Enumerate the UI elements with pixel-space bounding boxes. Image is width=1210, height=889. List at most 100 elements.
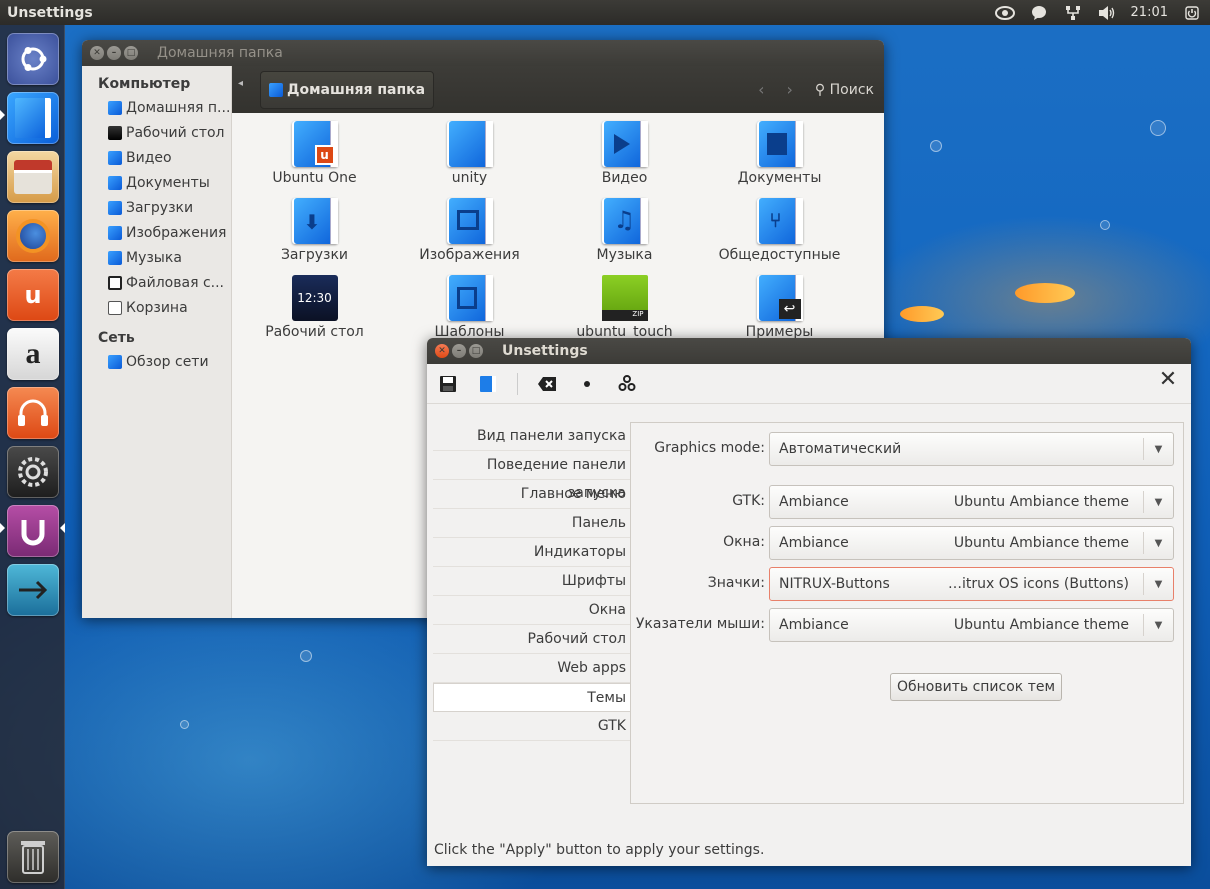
ubuntu-one-icon[interactable]: u: [7, 269, 59, 321]
sidebar-item-launcher-behavior[interactable]: Поведение панели запуска: [433, 451, 630, 501]
forward-icon[interactable]: ›: [787, 80, 793, 99]
sidebar-item-desktop[interactable]: Рабочий стол: [433, 625, 630, 654]
minimize-button[interactable]: –: [452, 344, 466, 358]
sidebar-item-themes[interactable]: Темы: [433, 683, 630, 712]
files-launcher-icon[interactable]: [7, 92, 59, 144]
unsettings-launcher-icon[interactable]: [7, 505, 59, 557]
window-theme-select[interactable]: Ambiance Ubuntu Ambiance theme ▼: [769, 526, 1174, 560]
navigation-controls: ‹ › ⚲ Поиск: [758, 66, 874, 113]
sidebar-item-web-apps[interactable]: Web apps: [433, 654, 630, 683]
close-button[interactable]: ✕: [90, 46, 104, 60]
sidebar-item-home[interactable]: Домашняя п...: [82, 95, 231, 120]
clock[interactable]: 21:01: [1131, 5, 1168, 20]
icon-theme-select[interactable]: NITRUX-Buttons …itrux OS icons (Buttons)…: [769, 567, 1174, 601]
places-sidebar: Компьютер Домашняя п... Рабочий стол Вид…: [82, 66, 232, 618]
sidebar-item-panel[interactable]: Панель: [433, 509, 630, 538]
file-item[interactable]: u Ubuntu One: [237, 121, 392, 186]
volume-icon[interactable]: [1097, 3, 1117, 23]
file-item[interactable]: ZIP ubuntu_touch: [547, 275, 702, 340]
chevron-down-icon: ▼: [1143, 438, 1173, 460]
trash-icon: [108, 300, 122, 315]
unsettings-window: ✕ – □ Unsettings ✕ Вид панели запуска По…: [427, 338, 1191, 866]
gtk-theme-row: GTK: Ambiance Ubuntu Ambiance theme ▼: [631, 485, 1185, 519]
file-item[interactable]: Шаблоны: [392, 275, 547, 340]
file-item[interactable]: ⬇ Загрузки: [237, 198, 392, 263]
sidebar-item-fonts[interactable]: Шрифты: [433, 567, 630, 596]
file-item[interactable]: Документы: [702, 121, 857, 186]
sidebar-item-documents[interactable]: Документы: [82, 170, 231, 195]
close-button[interactable]: ✕: [435, 344, 449, 358]
ubuntu-one-music-icon[interactable]: [7, 387, 59, 439]
downloads-folder-icon: [108, 200, 122, 215]
sidebar-item-filesystem[interactable]: Файловая с...: [82, 270, 231, 295]
file-item[interactable]: ↩ Примеры: [702, 275, 857, 340]
graphics-mode-select[interactable]: Автоматический ▼: [769, 432, 1174, 466]
zip-archive-icon: ZIP: [601, 275, 648, 321]
messages-icon[interactable]: [1029, 3, 1049, 23]
sidebar-item-desktop[interactable]: Рабочий стол: [82, 120, 231, 145]
sidebar-item-windows[interactable]: Окна: [433, 596, 630, 625]
amazon-icon[interactable]: a: [7, 328, 59, 380]
sidebar-item-launcher-appearance[interactable]: Вид панели запуска: [433, 422, 630, 451]
sidebar-item-trash[interactable]: Корзина: [82, 295, 231, 320]
file-item[interactable]: ⑂ Общедоступные: [702, 198, 857, 263]
power-icon[interactable]: [1182, 3, 1202, 23]
maximize-button[interactable]: □: [124, 46, 138, 60]
sidebar-item-indicators[interactable]: Индикаторы: [433, 538, 630, 567]
desktop-icon: [108, 125, 122, 140]
clear-icon[interactable]: [536, 373, 558, 395]
unsettings-titlebar[interactable]: ✕ – □ Unsettings: [427, 338, 1191, 364]
path-home-button[interactable]: Домашняя папка: [260, 70, 435, 109]
back-icon[interactable]: ‹: [758, 80, 764, 99]
file-item[interactable]: Видео: [547, 121, 702, 186]
network-icon[interactable]: [1063, 3, 1083, 23]
sidebar-item-videos[interactable]: Видео: [82, 145, 231, 170]
save-icon[interactable]: [437, 373, 459, 395]
search-button[interactable]: ⚲ Поиск: [815, 82, 874, 98]
path-back-icon[interactable]: ◂: [238, 78, 243, 89]
downloads-folder-icon: ⬇: [291, 198, 338, 244]
workspace-switcher-icon[interactable]: [7, 564, 59, 616]
dash-button[interactable]: [7, 33, 59, 85]
refresh-themes-button[interactable]: Обновить список тем: [890, 673, 1063, 701]
sidebar-item-gtk[interactable]: GTK: [433, 712, 630, 741]
minimize-button[interactable]: –: [107, 46, 121, 60]
video-folder-icon: [601, 121, 648, 167]
sidebar-item-browse-network[interactable]: Обзор сети: [82, 349, 231, 374]
file-manager-titlebar[interactable]: ✕ – □ Домашняя папка: [82, 40, 884, 66]
software-center-icon[interactable]: [7, 151, 59, 203]
settings-icon[interactable]: [616, 373, 638, 395]
folder-icon: [446, 121, 493, 167]
pictures-folder-icon: [446, 198, 493, 244]
sidebar-item-music[interactable]: Музыка: [82, 245, 231, 270]
cursor-theme-row: Указатели мыши: Ambiance Ubuntu Ambiance…: [631, 608, 1185, 642]
file-item[interactable]: unity: [392, 121, 547, 186]
status-text: Click the "Apply" button to apply your s…: [434, 842, 765, 858]
network-header: Сеть: [98, 330, 135, 346]
icon-theme-label: Значки:: [707, 575, 765, 591]
orange-fish: [1015, 283, 1075, 303]
dot-icon[interactable]: [576, 373, 598, 395]
cursor-theme-select[interactable]: Ambiance Ubuntu Ambiance theme ▼: [769, 608, 1174, 642]
orange-fish: [900, 306, 944, 322]
sidebar-item-dash[interactable]: Главное меню: [433, 480, 630, 509]
file-item[interactable]: 12:30 Рабочий стол: [237, 275, 392, 340]
unsettings-sidebar: Вид панели запуска Поведение панели запу…: [433, 422, 630, 762]
gtk-theme-select[interactable]: Ambiance Ubuntu Ambiance theme ▼: [769, 485, 1174, 519]
folder-icon[interactable]: [477, 373, 499, 395]
file-manager-toolbar: ◂ Домашняя папка ‹ › ⚲ Поиск: [232, 66, 884, 113]
sidebar-item-pictures[interactable]: Изображения: [82, 220, 231, 245]
file-item[interactable]: Изображения: [392, 198, 547, 263]
themes-panel: Graphics mode: Автоматический ▼ GTK: Amb…: [630, 422, 1184, 804]
system-settings-icon[interactable]: [7, 446, 59, 498]
firefox-icon[interactable]: [7, 210, 59, 262]
maximize-button[interactable]: □: [469, 344, 483, 358]
trash-icon[interactable]: [7, 831, 59, 883]
file-item[interactable]: ♫ Музыка: [547, 198, 702, 263]
close-icon[interactable]: ✕: [1157, 367, 1179, 392]
eye-icon[interactable]: [994, 3, 1015, 23]
toolbar-separator: [517, 372, 518, 395]
music-folder-icon: ♫: [601, 198, 648, 244]
sidebar-item-downloads[interactable]: Загрузки: [82, 195, 231, 220]
graphics-mode-row: Graphics mode: Автоматический ▼: [631, 432, 1185, 466]
